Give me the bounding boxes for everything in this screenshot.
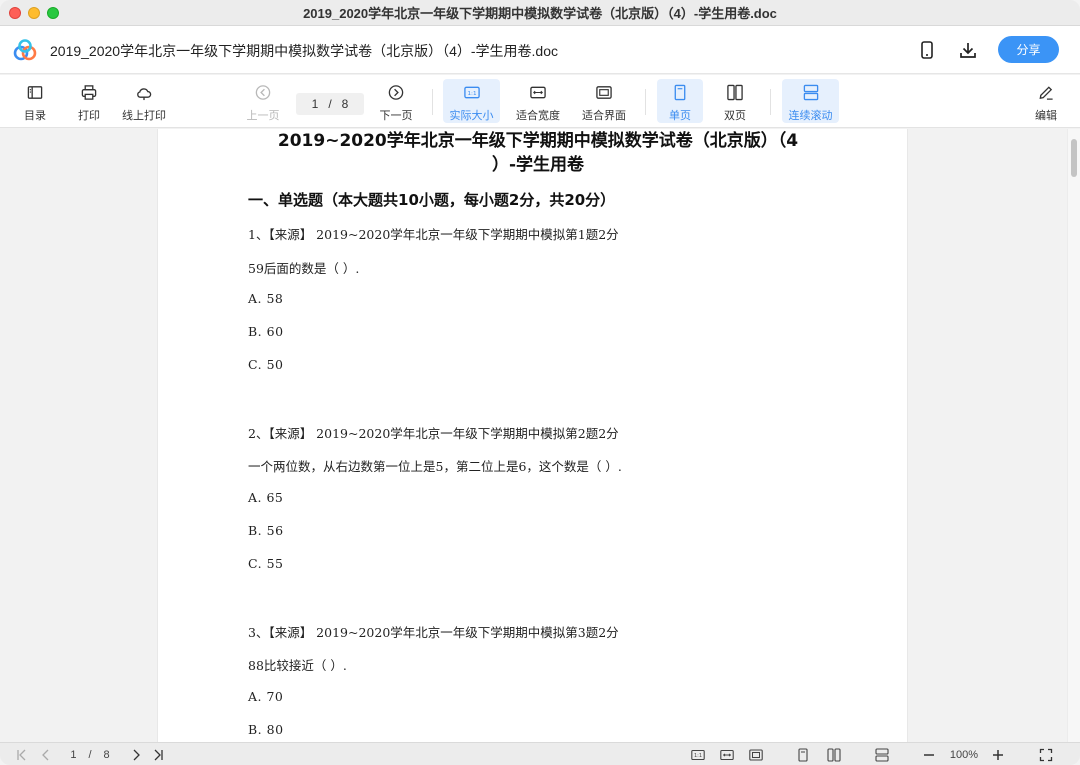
actual-size-button[interactable]: 1:1 实际大小 [443,79,500,123]
section-title: 一、单选题（本大题共10小题，每小题2分，共20分） [248,191,616,209]
zoom-out-icon[interactable] [921,747,937,762]
print-label: 打印 [78,110,100,122]
fit-width-label: 适合宽度 [516,110,560,122]
app-header: 2019_2020学年北京一年级下学期期中模拟数学试卷（北京版）（4）-学生用卷… [0,26,1080,74]
chevron-left-circle-icon [255,85,271,100]
chevron-right-circle-icon [388,85,404,100]
share-button[interactable]: 分享 [998,36,1059,63]
double-page-label: 双页 [724,110,746,122]
single-page-icon[interactable] [795,747,811,762]
fullscreen-icon[interactable] [1038,747,1054,762]
title-bar: 2019_2020学年北京一年级下学期期中模拟数学试卷（北京版）（4）-学生用卷… [0,0,1080,26]
toolbar-divider [432,89,433,115]
question-stem: 一个两位数，从右边数第一位上是5，第二位上是6，这个数是（ ）. [248,459,622,474]
question-source: 1、【来源】 2019~2020学年北京一年级下学期期中模拟第1题2分 [248,227,619,242]
prev-page-label: 上一页 [246,110,280,122]
document-page: 2019~2020学年北京一年级下学期期中模拟数学试卷（北京版）（4 ）-学生用… [157,129,908,742]
question-option: B. 80 [248,722,284,737]
print-button[interactable]: 打印 [70,79,108,123]
minimize-window-button[interactable] [28,7,40,19]
window-title: 2019_2020学年北京一年级下学期期中模拟数学试卷（北京版）（4）-学生用卷… [303,6,777,21]
status-page-current: 1 [70,748,77,761]
question-stem: 88比较接近（ ）. [248,658,347,673]
online-print-label: 线上打印 [122,110,166,122]
question-source: 2、【来源】 2019~2020学年北京一年级下学期期中模拟第2题2分 [248,426,619,441]
window-controls [9,7,59,19]
double-page-icon[interactable] [825,747,843,762]
doc-heading-line2: ）-学生用卷 [491,155,585,175]
question-option: C. 55 [248,556,284,571]
question-option: C. 50 [248,357,284,372]
online-print-button[interactable]: 线上打印 [118,79,170,123]
toolbar-divider [645,89,646,115]
fit-page-label: 适合界面 [582,110,626,122]
page-separator: / [328,97,332,111]
toc-button[interactable]: 目录 [16,79,54,123]
status-bar: 1 / 8 1:1 100% [0,742,1080,765]
scrollbar-thumb[interactable] [1071,139,1077,177]
fit-width-button[interactable]: 适合宽度 [510,79,566,123]
status-page-separator: / [88,748,92,761]
prev-page-icon[interactable] [38,747,54,762]
actual-size-icon: 1:1 [463,86,480,99]
question-source: 3、【来源】 2019~2020学年北京一年级下学期期中模拟第3题2分 [248,625,619,640]
edit-label: 编辑 [1035,110,1057,122]
cloud-icon [137,88,152,101]
actual-size-label: 实际大小 [449,110,494,122]
next-page-label: 下一页 [379,110,413,122]
app-window: 2019_2020学年北京一年级下学期期中模拟数学试卷（北京版）（4）-学生用卷… [0,0,1080,765]
double-page-icon [727,84,743,101]
question-option: B. 56 [248,523,284,538]
first-page-icon[interactable] [14,747,30,762]
page-current: 1 [311,97,319,111]
fit-page-icon [596,86,612,99]
vertical-scrollbar[interactable] [1067,129,1080,742]
document-title: 2019_2020学年北京一年级下学期期中模拟数学试卷（北京版）（4）-学生用卷… [50,43,558,59]
continuous-scroll-button[interactable]: 连续滚动 [782,79,839,123]
fit-width-icon[interactable] [718,747,736,762]
fit-page-button[interactable]: 适合界面 [576,79,632,123]
printer-icon [81,85,97,100]
question-option: A. 70 [248,689,284,704]
double-page-button[interactable]: 双页 [713,79,757,123]
toolbar: 目录 打印 线上打印 上一页 1 / 8 下一页 1:1 实际大小 适合宽度 适… [0,75,1080,128]
zoom-level[interactable]: 100% [944,747,984,762]
close-window-button[interactable] [9,7,21,19]
doc-heading-line1: 2019~2020学年北京一年级下学期期中模拟数学试卷（北京版）（4 [277,131,799,151]
edit-button[interactable]: 编辑 [1028,79,1064,123]
continuous-scroll-label: 连续滚动 [788,110,833,122]
next-page-icon[interactable] [128,747,144,762]
single-page-label: 单页 [669,110,691,122]
app-logo-icon [13,39,37,61]
download-icon[interactable] [958,40,978,60]
fit-width-icon [530,86,546,99]
phone-icon[interactable] [917,40,937,60]
status-page-total: 8 [103,748,110,761]
toc-icon [27,86,43,99]
edit-icon [1039,86,1053,100]
page-total: 8 [341,97,349,111]
actual-size-icon[interactable]: 1:1 [689,747,707,762]
status-page-indicator[interactable]: 1 / 8 [64,747,116,762]
toc-label: 目录 [24,110,46,122]
next-page-button[interactable]: 下一页 [374,79,418,123]
question-option: A. 65 [248,490,284,505]
question-option: A. 58 [248,291,284,306]
svg-text:1:1: 1:1 [467,91,477,97]
page-number-input[interactable]: 1 / 8 [296,93,364,115]
single-page-icon [674,84,686,101]
fit-page-icon[interactable] [747,747,765,762]
continuous-scroll-icon[interactable] [873,747,891,762]
question-stem: 59后面的数是（ ）. [248,261,360,276]
zoom-in-icon[interactable] [990,747,1006,762]
single-page-button[interactable]: 单页 [657,79,703,123]
zoom-window-button[interactable] [47,7,59,19]
document-viewport[interactable]: 2019~2020学年北京一年级下学期期中模拟数学试卷（北京版）（4 ）-学生用… [0,129,1067,742]
svg-text:1:1: 1:1 [694,753,702,759]
toolbar-divider [770,89,771,115]
prev-page-button[interactable]: 上一页 [242,79,284,123]
question-option: B. 60 [248,324,284,339]
last-page-icon[interactable] [150,747,166,762]
continuous-scroll-icon [803,84,818,101]
